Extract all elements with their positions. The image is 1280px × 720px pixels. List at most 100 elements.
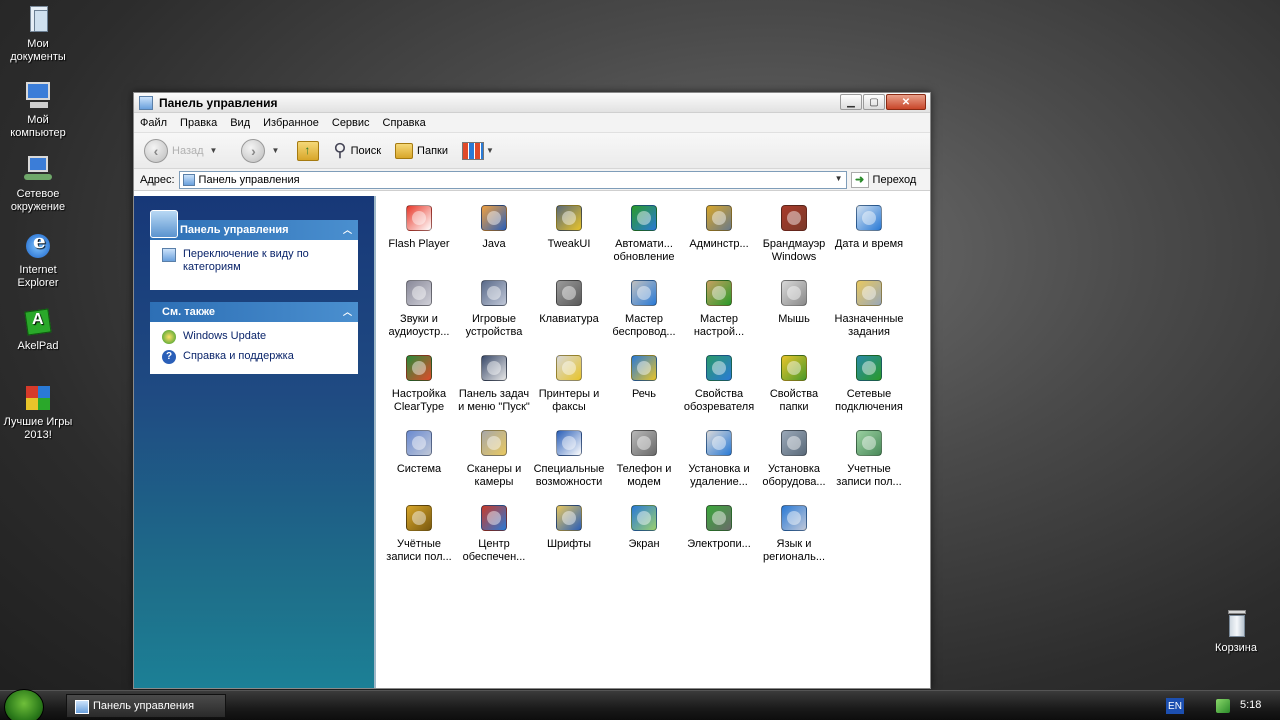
help-support-link[interactable]: ? Справка и поддержка bbox=[162, 350, 348, 364]
menu-view[interactable]: Вид bbox=[230, 117, 250, 129]
collapse-chevron-icon[interactable]: ︿ bbox=[343, 305, 352, 318]
taskbar-button-label: Панель управления bbox=[93, 700, 195, 712]
cp-item[interactable]: Настройка ClearType bbox=[381, 352, 457, 414]
cp-item[interactable]: Специальные возможности bbox=[531, 427, 607, 489]
cp-item[interactable]: Электропи... bbox=[681, 502, 757, 551]
cp-item[interactable]: Телефон и модем bbox=[606, 427, 682, 489]
desktop-icon-games[interactable]: Лучшие Игры 2013! bbox=[0, 382, 76, 442]
cp-item-label: Шрифты bbox=[546, 538, 592, 550]
folders-label: Папки bbox=[417, 144, 448, 157]
cp-item[interactable]: Шрифты bbox=[531, 502, 607, 551]
cp-item[interactable]: Учетные записи пол... bbox=[831, 427, 907, 489]
control-panel-box-title: Панель управления bbox=[180, 224, 289, 236]
cp-item[interactable]: Сканеры и камеры bbox=[456, 427, 532, 489]
cp-item-label: Свойства папки bbox=[769, 388, 819, 413]
clock[interactable]: 5:18 bbox=[1240, 699, 1261, 711]
cp-item[interactable]: Учётные записи пол... bbox=[381, 502, 457, 564]
forward-button[interactable]: › ▼ bbox=[241, 138, 289, 163]
cp-item[interactable]: Назначенные задания bbox=[831, 277, 907, 339]
cp-item[interactable]: Свойства папки bbox=[756, 352, 832, 414]
menu-tools[interactable]: Сервис bbox=[332, 117, 370, 129]
cp-item-label: Электропи... bbox=[687, 538, 751, 550]
windows-update-label: Windows Update bbox=[183, 330, 267, 342]
taskbar-start-menu-icon bbox=[478, 352, 510, 384]
cp-item[interactable]: Автомати... обновление bbox=[606, 202, 682, 264]
close-button[interactable]: ✕ bbox=[886, 94, 926, 110]
switch-category-view-link[interactable]: Переключение к виду по категориям bbox=[162, 248, 348, 274]
menu-file[interactable]: Файл bbox=[140, 117, 167, 129]
cp-item[interactable]: Принтеры и факсы bbox=[531, 352, 607, 414]
cp-item[interactable]: Мастер беспровод... bbox=[606, 277, 682, 339]
menu-edit[interactable]: Правка bbox=[180, 117, 217, 129]
taskbar-button-control-panel[interactable]: Панель управления bbox=[66, 694, 226, 718]
cp-item[interactable]: Игровые устройства bbox=[456, 277, 532, 339]
network-tray-icon[interactable] bbox=[1216, 699, 1230, 713]
cp-item-label: Экран bbox=[628, 538, 660, 550]
cp-item[interactable]: Админстр... bbox=[681, 202, 757, 251]
internet-explorer-icon: e bbox=[22, 230, 54, 262]
cp-item[interactable]: Flash Player bbox=[381, 202, 457, 251]
folders-button[interactable]: Папки bbox=[395, 142, 448, 159]
add-hardware-icon bbox=[778, 427, 810, 459]
folder-options-icon bbox=[778, 352, 810, 384]
control-panel-window[interactable]: Панель управления ▁ ▢ ✕ Файл Правка Вид … bbox=[133, 92, 931, 689]
cp-item-label: Мастер настрой... bbox=[693, 313, 745, 338]
up-folder-button[interactable]: ↑ bbox=[297, 140, 320, 161]
address-field[interactable]: Панель управления ▼ bbox=[178, 170, 847, 189]
desktop-icon-ie[interactable]: e Internet Explorer bbox=[0, 230, 76, 290]
cp-item[interactable]: Мышь bbox=[756, 277, 832, 326]
views-button[interactable]: ▼ bbox=[461, 141, 504, 160]
window-title: Панель управления bbox=[159, 95, 278, 110]
windows-update-link[interactable]: Windows Update bbox=[162, 330, 348, 344]
minimize-button[interactable]: ▁ bbox=[840, 94, 862, 110]
cleartype-icon bbox=[403, 352, 435, 384]
display-icon bbox=[628, 502, 660, 534]
cp-item[interactable]: Сетевые подключения bbox=[831, 352, 907, 414]
title-bar[interactable]: Панель управления ▁ ▢ ✕ bbox=[134, 93, 930, 113]
cp-item[interactable]: Центр обеспечен... bbox=[456, 502, 532, 564]
desktop-icon-label: Мой компьютер bbox=[10, 114, 66, 139]
scanners-cameras-icon bbox=[478, 427, 510, 459]
cp-item[interactable]: TweakUI bbox=[531, 202, 607, 251]
cp-item[interactable]: Дата и время bbox=[831, 202, 907, 251]
see-also-header[interactable]: См. также ︿ bbox=[150, 302, 358, 322]
go-button[interactable]: ➜ Переход bbox=[850, 171, 916, 188]
cp-item[interactable]: Клавиатура bbox=[531, 277, 607, 326]
cp-item-label: Специальные возможности bbox=[533, 463, 605, 488]
forward-dropdown-icon[interactable]: ▼ bbox=[271, 146, 279, 155]
switch-category-view-label: Переключение к виду по категориям bbox=[183, 248, 309, 273]
cp-item[interactable]: Язык и региональ... bbox=[756, 502, 832, 564]
desktop-icon-my-documents[interactable]: Мои документы bbox=[0, 4, 76, 64]
desktop-icon-recycle-bin[interactable]: Корзина bbox=[1198, 608, 1274, 655]
cp-item[interactable]: Экран bbox=[606, 502, 682, 551]
cp-item-label: Свойства обозревателя bbox=[683, 388, 755, 413]
desktop-icon-network[interactable]: Сетевое окружение bbox=[0, 154, 76, 214]
network-setup-wizard-icon bbox=[703, 277, 735, 309]
cp-item[interactable]: Звуки и аудиоустр... bbox=[381, 277, 457, 339]
menu-help[interactable]: Справка bbox=[383, 117, 426, 129]
address-dropdown-icon[interactable]: ▼ bbox=[835, 174, 843, 183]
see-also-title: См. также bbox=[162, 306, 215, 318]
maximize-button[interactable]: ▢ bbox=[863, 94, 885, 110]
cp-item[interactable]: Система bbox=[381, 427, 457, 476]
back-dropdown-icon[interactable]: ▼ bbox=[210, 146, 218, 155]
cp-item[interactable]: Установка и удаление... bbox=[681, 427, 757, 489]
back-button[interactable]: ‹ Назад ▼ bbox=[144, 138, 227, 163]
up-folder-icon: ↑ bbox=[297, 140, 320, 161]
menu-favorites[interactable]: Избранное bbox=[263, 117, 319, 129]
collapse-chevron-icon[interactable]: ︿ bbox=[343, 223, 352, 236]
cp-item[interactable]: Установка оборудова... bbox=[756, 427, 832, 489]
search-button[interactable]: ⚲ Поиск bbox=[333, 140, 381, 161]
desktop-icon-my-computer[interactable]: Мой компьютер bbox=[0, 80, 76, 140]
go-arrow-icon: ➜ bbox=[850, 171, 869, 188]
language-indicator[interactable]: EN bbox=[1166, 698, 1184, 714]
cp-item[interactable]: Панель задач и меню "Пуск" bbox=[456, 352, 532, 414]
cp-item[interactable]: Речь bbox=[606, 352, 682, 401]
cp-item[interactable]: Мастер настрой... bbox=[681, 277, 757, 339]
cp-item[interactable]: Свойства обозревателя bbox=[681, 352, 757, 414]
desktop-icon-akelpad[interactable]: A AkelPad bbox=[0, 306, 76, 353]
cp-item[interactable]: Java bbox=[456, 202, 532, 251]
cp-item[interactable]: Брандмауэр Windows bbox=[756, 202, 832, 264]
control-panel-box-header[interactable]: Панель управления ︿ bbox=[150, 210, 358, 240]
start-button[interactable] bbox=[4, 689, 44, 720]
